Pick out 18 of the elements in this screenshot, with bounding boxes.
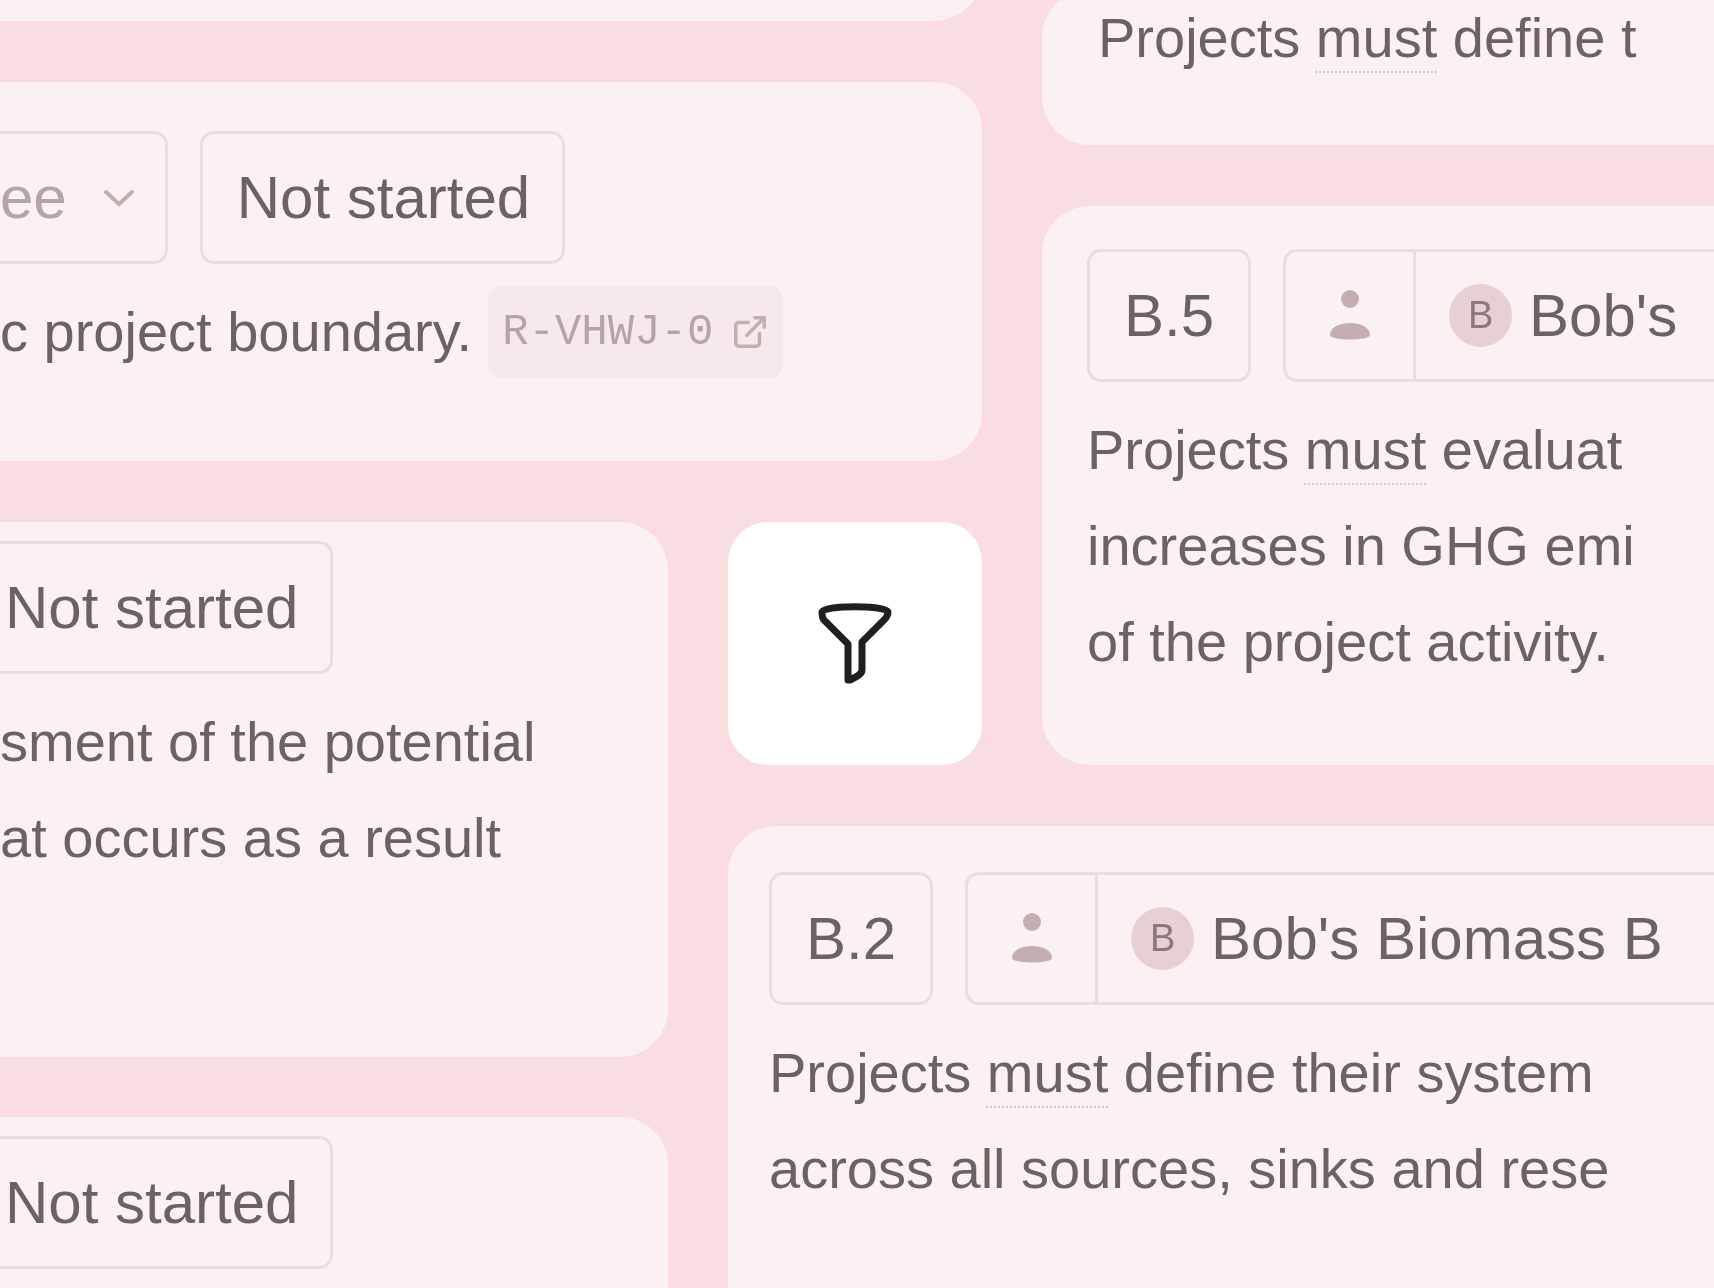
requirement-text: Projects must define their system across all sources, sinks and rese xyxy=(769,1040,1610,1202)
filter-button[interactable] xyxy=(728,522,982,765)
requirement-text: c project boundary. xyxy=(0,299,473,365)
assignee-name: Bob's xyxy=(1529,280,1678,351)
requirement-text: sment of the potential at occurs as a result xyxy=(0,709,536,871)
requirement-code: B.2 xyxy=(769,872,934,1005)
chevron-down-icon xyxy=(102,188,135,207)
status-select[interactable]: Not started xyxy=(0,541,334,674)
assignee-field[interactable]: B Bob's xyxy=(1283,249,1714,382)
assignee-field[interactable]: B Bob's Biomass B xyxy=(965,872,1714,1005)
requirement-text: Projects must define t xyxy=(1098,5,1637,71)
avatar: B xyxy=(1131,907,1195,970)
requirement-text: Projects must evaluat increases in GHG emi of the project activity. xyxy=(1087,417,1635,675)
requirement-code: B.5 xyxy=(1087,249,1252,382)
avatar: B xyxy=(1449,284,1513,347)
status-select[interactable]: Not started xyxy=(199,131,566,264)
assignee-name: Bob's Biomass B xyxy=(1211,903,1663,974)
status-select[interactable]: Not started xyxy=(0,1136,334,1269)
